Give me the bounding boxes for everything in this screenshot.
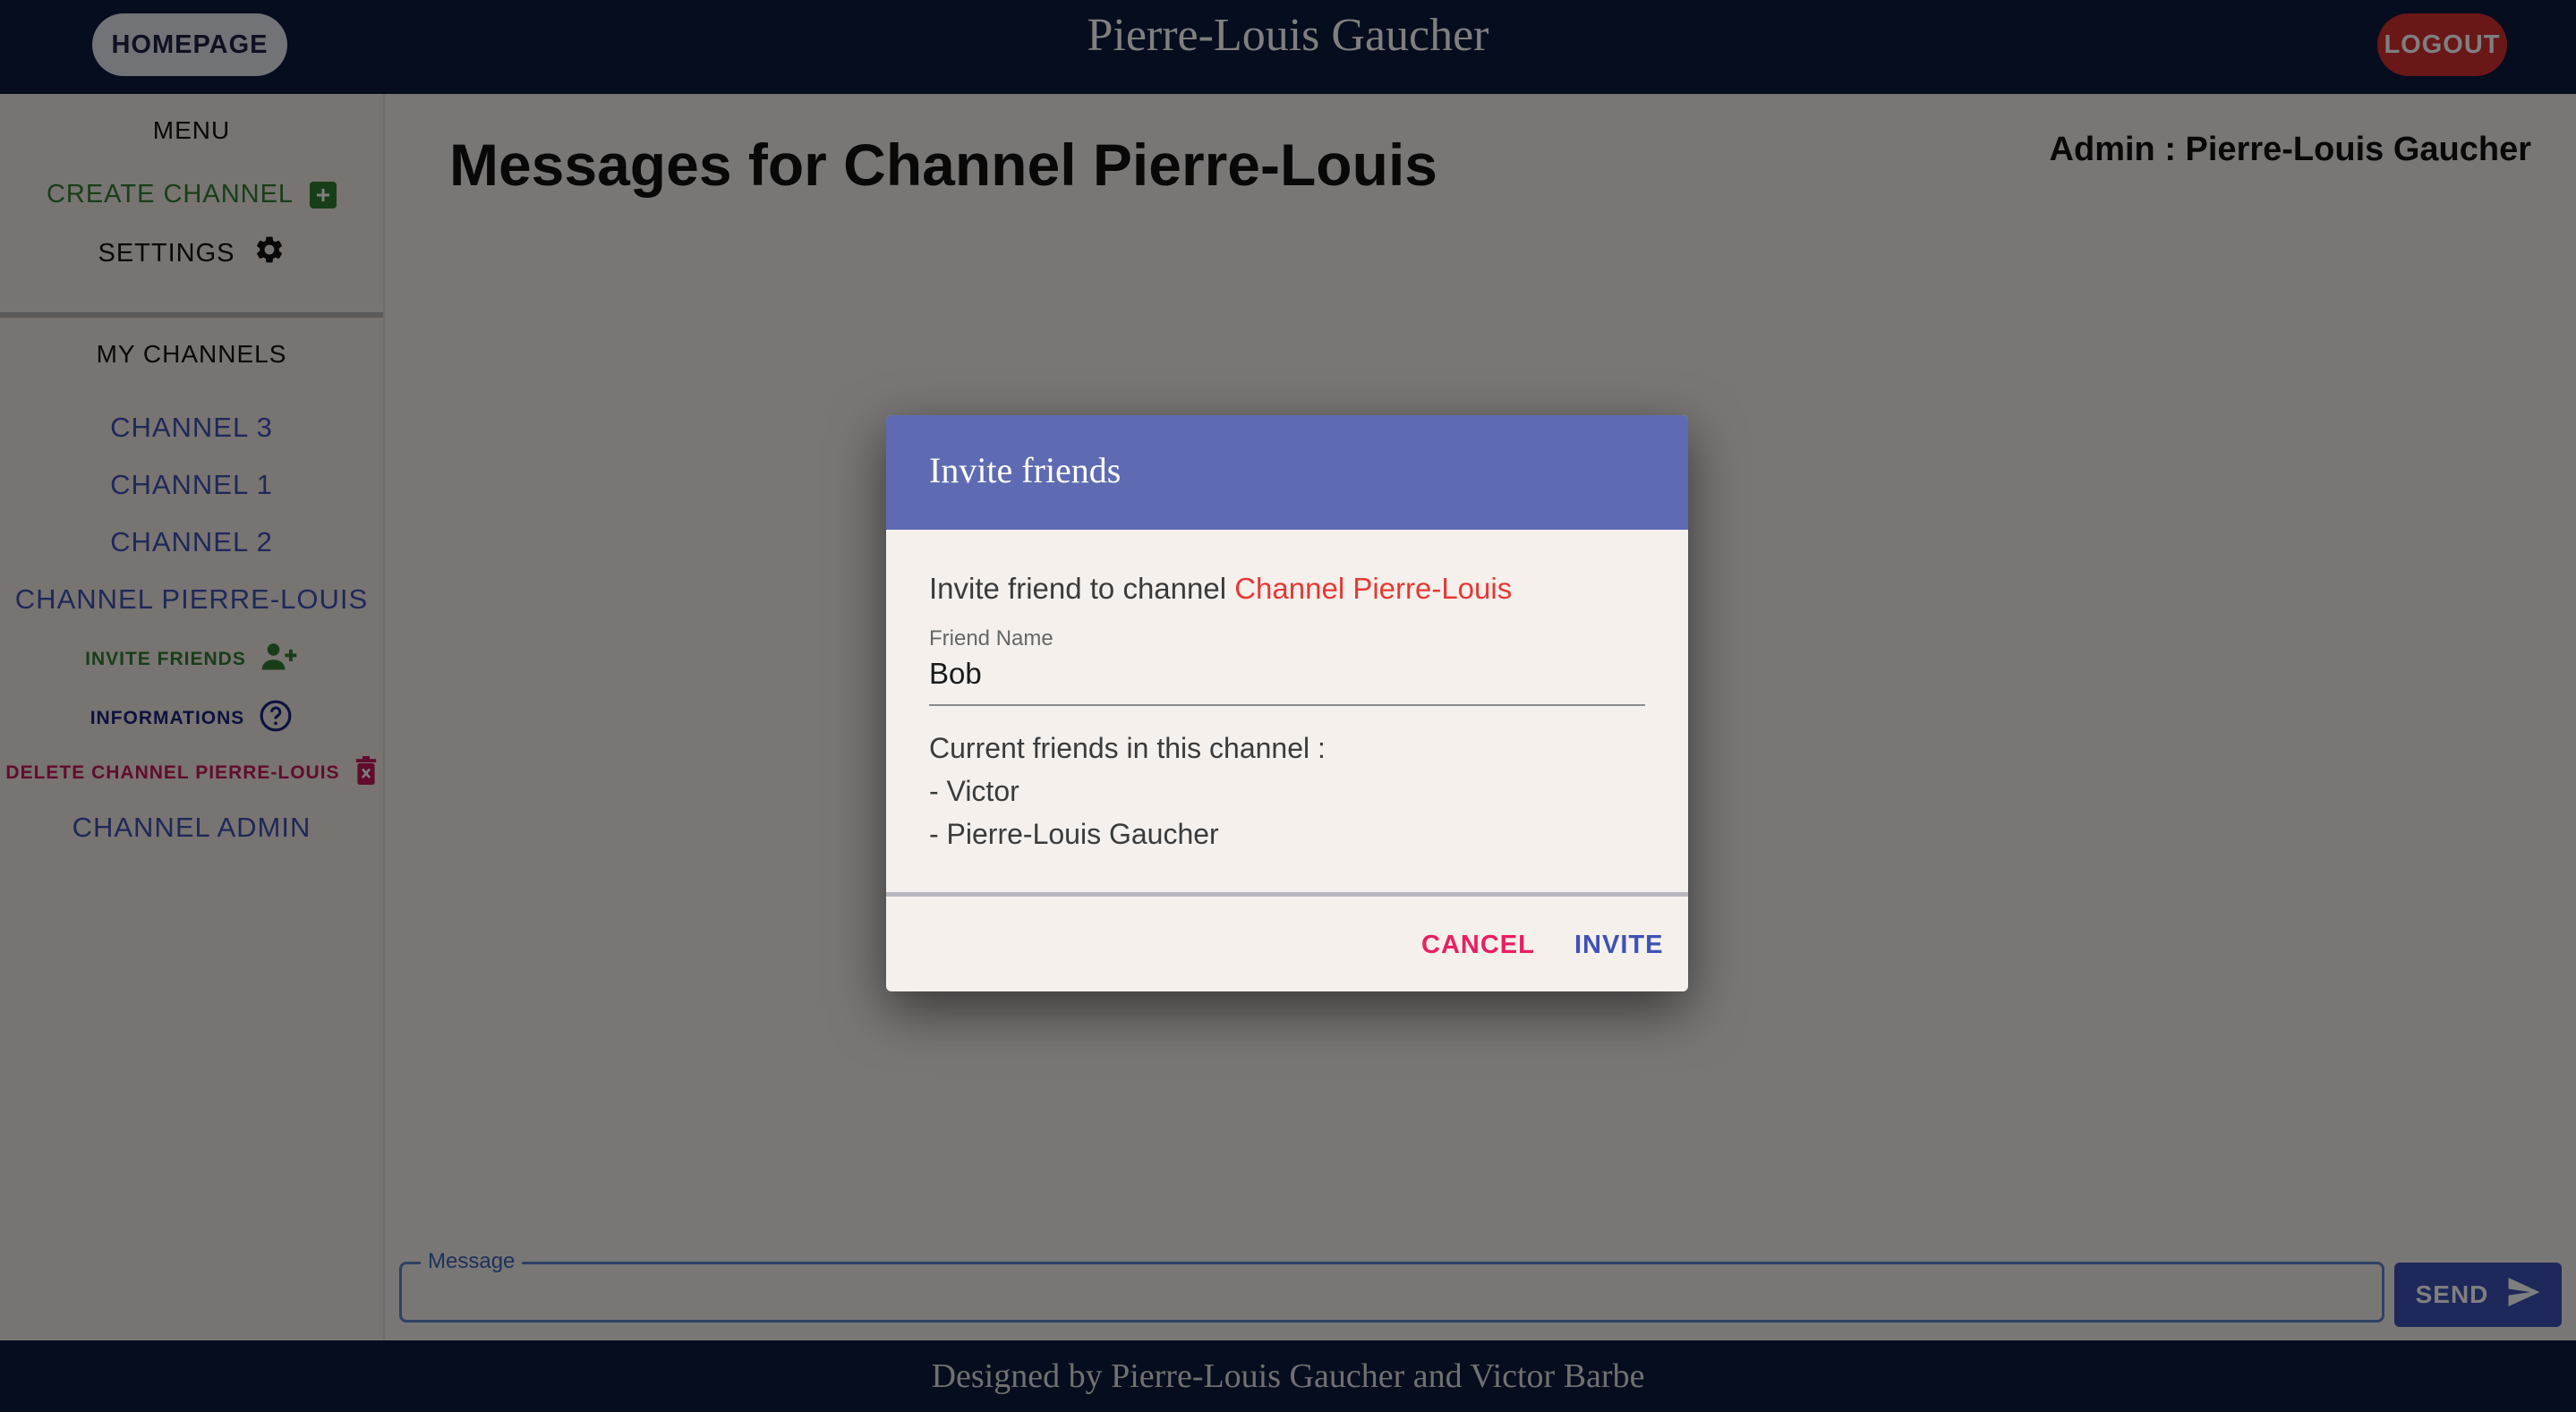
dialog-divider <box>886 892 1688 897</box>
invite-friends-dialog: Invite friends Invite friend to channel … <box>886 415 1688 991</box>
invite-text-prefix: Invite friend to channel <box>929 572 1227 605</box>
friend-name-underline <box>929 704 1645 706</box>
friend-list-item: - Pierre-Louis Gaucher <box>929 818 1219 850</box>
friend-name-label: Friend Name <box>929 626 1053 651</box>
invite-channel-name: Channel Pierre-Louis <box>1234 572 1513 605</box>
friend-list-item: - Victor <box>929 775 1019 807</box>
cancel-button[interactable]: CANCEL <box>1421 931 1535 960</box>
invite-text: Invite friend to channel Channel Pierre-… <box>929 572 1512 606</box>
dialog-header: Invite friends <box>886 415 1688 530</box>
dialog-title: Invite friends <box>929 450 1122 490</box>
current-friends-title: Current friends in this channel : <box>929 732 1326 764</box>
invite-button[interactable]: INVITE <box>1574 931 1663 960</box>
friend-name-input[interactable]: Bob <box>929 657 982 691</box>
